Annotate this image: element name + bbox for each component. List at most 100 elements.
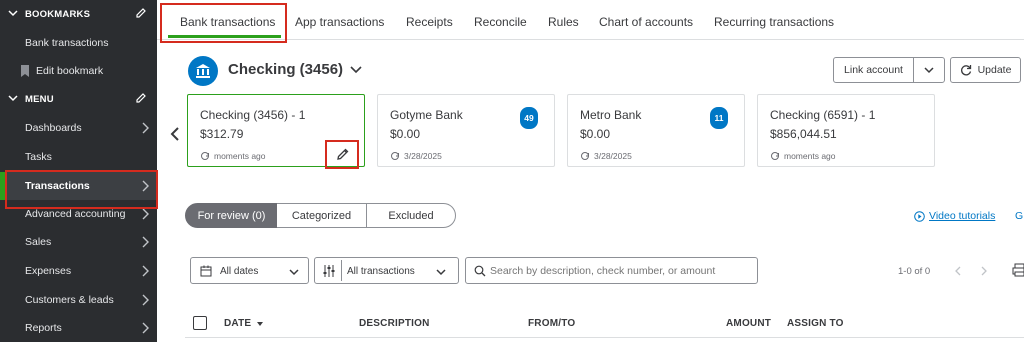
sidebar-item-label: Edit bookmark <box>36 65 104 77</box>
tab-categorized[interactable]: Categorized <box>277 203 367 228</box>
chevron-left-icon[interactable] <box>954 266 962 276</box>
search-field[interactable] <box>465 257 758 284</box>
account-card-updated: moments ago <box>784 151 836 161</box>
chevron-right-icon <box>142 265 149 277</box>
account-card-amount: $312.79 <box>200 127 244 141</box>
date-header-label: DATE <box>224 318 252 329</box>
sidebar-item-tasks[interactable]: Tasks <box>0 143 157 171</box>
account-card-amount: $0.00 <box>390 127 421 141</box>
account-card-updated: 3/28/2025 <box>404 151 442 161</box>
highlight-box-edit-pencil <box>325 140 359 169</box>
account-card-name: Metro Bank <box>580 108 642 122</box>
date-column-header[interactable]: DATE <box>224 318 264 329</box>
sync-icon <box>771 152 779 160</box>
chevron-down-icon[interactable] <box>350 63 362 75</box>
menu-section-header[interactable]: MENU <box>0 85 157 113</box>
chevron-down-icon <box>8 95 18 102</box>
select-all-checkbox[interactable] <box>193 316 207 330</box>
tab-recurring-transactions[interactable]: Recurring transactions <box>714 15 834 29</box>
account-card-gotyme-bank[interactable]: Gotyme Bank $0.00 3/28/2025 49 <box>377 94 555 167</box>
segment-label: For review (0) <box>197 209 266 222</box>
table-header-divider <box>185 337 1024 338</box>
account-card-checking-6591[interactable]: Checking (6591) - 1 $856,044.51 moments … <box>757 94 935 167</box>
sidebar-item-label: Bank transactions <box>25 37 109 49</box>
chevron-right-icon <box>142 294 149 306</box>
pencil-icon[interactable] <box>135 92 147 104</box>
account-card-name: Checking (6591) - 1 <box>770 108 876 122</box>
dates-filter-value: All dates <box>220 266 259 277</box>
update-label: Update <box>977 64 1012 76</box>
sync-icon <box>201 152 209 160</box>
chevron-right-icon <box>142 322 149 334</box>
amount-column-header[interactable]: AMOUNT <box>726 318 771 329</box>
cut-off-link[interactable]: G <box>1015 210 1023 222</box>
account-card-name: Gotyme Bank <box>390 108 463 122</box>
search-icon <box>474 265 486 277</box>
chevron-down-icon <box>289 269 299 276</box>
tab-bar <box>157 0 1024 40</box>
sidebar-item-label: Dashboards <box>25 122 82 134</box>
pencil-icon[interactable] <box>135 7 147 19</box>
review-count-badge: 11 <box>710 107 728 129</box>
chevron-right-icon <box>142 122 149 134</box>
chevron-left-icon[interactable] <box>170 127 180 141</box>
sidebar-item-reports[interactable]: Reports <box>0 314 157 342</box>
bank-icon <box>188 56 218 86</box>
chevron-right-icon[interactable] <box>980 266 988 276</box>
video-tutorials-label: Video tutorials <box>929 210 996 222</box>
transactions-filter-select[interactable]: All transactions <box>314 257 459 284</box>
description-column-header[interactable]: DESCRIPTION <box>359 318 430 329</box>
menu-header-label: MENU <box>25 93 54 105</box>
account-card-amount: $0.00 <box>580 127 611 141</box>
tab-excluded[interactable]: Excluded <box>366 203 456 228</box>
sidebar-item-customers-leads[interactable]: Customers & leads <box>0 286 157 314</box>
chevron-right-icon <box>142 208 149 220</box>
from-to-column-header[interactable]: FROM/TO <box>528 318 575 329</box>
sidebar-item-label: Reports <box>25 322 62 334</box>
print-icon[interactable] <box>1012 263 1024 277</box>
tab-reconcile[interactable]: Reconcile <box>474 15 527 29</box>
sidebar-item-dashboards[interactable]: Dashboards <box>0 114 157 142</box>
highlight-box-transactions <box>5 170 158 209</box>
tab-rules[interactable]: Rules <box>548 15 579 29</box>
search-input[interactable] <box>490 261 752 280</box>
account-card-metro-bank[interactable]: Metro Bank $0.00 3/28/2025 11 <box>567 94 745 167</box>
tab-receipts[interactable]: Receipts <box>406 15 453 29</box>
sidebar-item-bank-transactions[interactable]: Bank transactions <box>0 29 157 57</box>
account-title[interactable]: Checking (3456) <box>228 61 343 78</box>
highlight-box-bank-transactions-tab <box>160 3 287 43</box>
sidebar-item-expenses[interactable]: Expenses <box>0 257 157 285</box>
filter-divider <box>341 260 342 281</box>
review-count-badge: 49 <box>520 107 538 129</box>
segment-label: Excluded <box>388 209 434 222</box>
sidebar-item-sales[interactable]: Sales <box>0 228 157 256</box>
sidebar-item-label: Advanced accounting <box>25 208 126 220</box>
update-button[interactable]: Update <box>950 57 1021 83</box>
sort-down-icon <box>257 321 264 326</box>
bookmarks-section-header[interactable]: BOOKMARKS <box>0 0 157 28</box>
account-card-name: Checking (3456) - 1 <box>200 108 306 122</box>
tab-app-transactions[interactable]: App transactions <box>295 15 384 29</box>
dates-filter-select[interactable]: All dates <box>190 257 309 284</box>
sidebar-item-label: Tasks <box>25 151 52 163</box>
link-account-button[interactable]: Link account <box>833 57 914 83</box>
chevron-right-icon <box>142 236 149 248</box>
assign-to-column-header[interactable]: ASSIGN TO <box>787 318 844 329</box>
transactions-filter-value: All transactions <box>347 266 415 277</box>
account-card-updated: moments ago <box>214 151 266 161</box>
tab-chart-of-accounts[interactable]: Chart of accounts <box>599 15 693 29</box>
chevron-down-icon <box>924 67 934 74</box>
link-account-dropdown-button[interactable] <box>913 57 945 83</box>
filter-sliders-icon <box>323 265 335 277</box>
play-circle-icon <box>914 210 925 222</box>
account-card-amount: $856,044.51 <box>770 127 837 141</box>
pagination-text: 1-0 of 0 <box>898 266 931 277</box>
bookmarks-header-label: BOOKMARKS <box>25 8 91 20</box>
refresh-icon <box>960 65 971 76</box>
segment-label: Categorized <box>291 209 352 222</box>
sidebar-item-edit-bookmark[interactable]: Edit bookmark <box>0 57 157 85</box>
bookmark-icon <box>21 65 29 77</box>
video-tutorials-link[interactable]: Video tutorials <box>914 210 995 222</box>
calendar-icon <box>200 265 212 277</box>
tab-for-review[interactable]: For review (0) <box>185 203 278 228</box>
